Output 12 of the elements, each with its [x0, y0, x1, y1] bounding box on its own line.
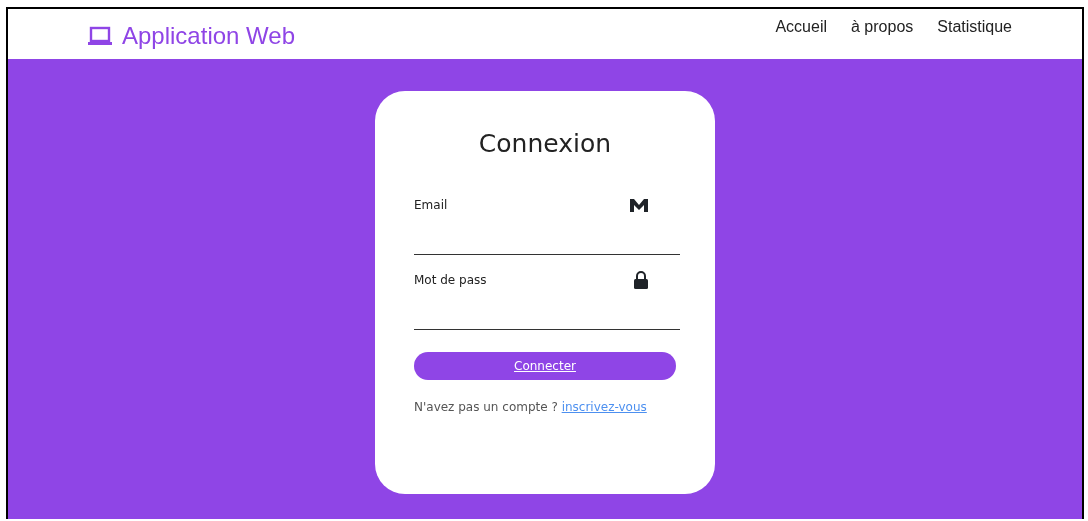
brand-title[interactable]: Application Web: [122, 22, 295, 50]
nav-link[interactable]: Accueil: [775, 18, 827, 36]
laptop-icon: [88, 26, 112, 46]
field-label: Mot de pass: [414, 273, 487, 287]
signup-prompt: N'avez pas un compte ?: [414, 400, 558, 414]
form-title: Connexion: [477, 129, 613, 158]
connect-button[interactable]: Connecter: [414, 352, 676, 380]
nav-link[interactable]: Statistique: [937, 18, 1012, 36]
mail-icon: [630, 198, 648, 212]
nav-link[interactable]: à propos: [851, 18, 914, 36]
lock-icon: [634, 271, 648, 289]
field-label: Email: [414, 198, 448, 212]
